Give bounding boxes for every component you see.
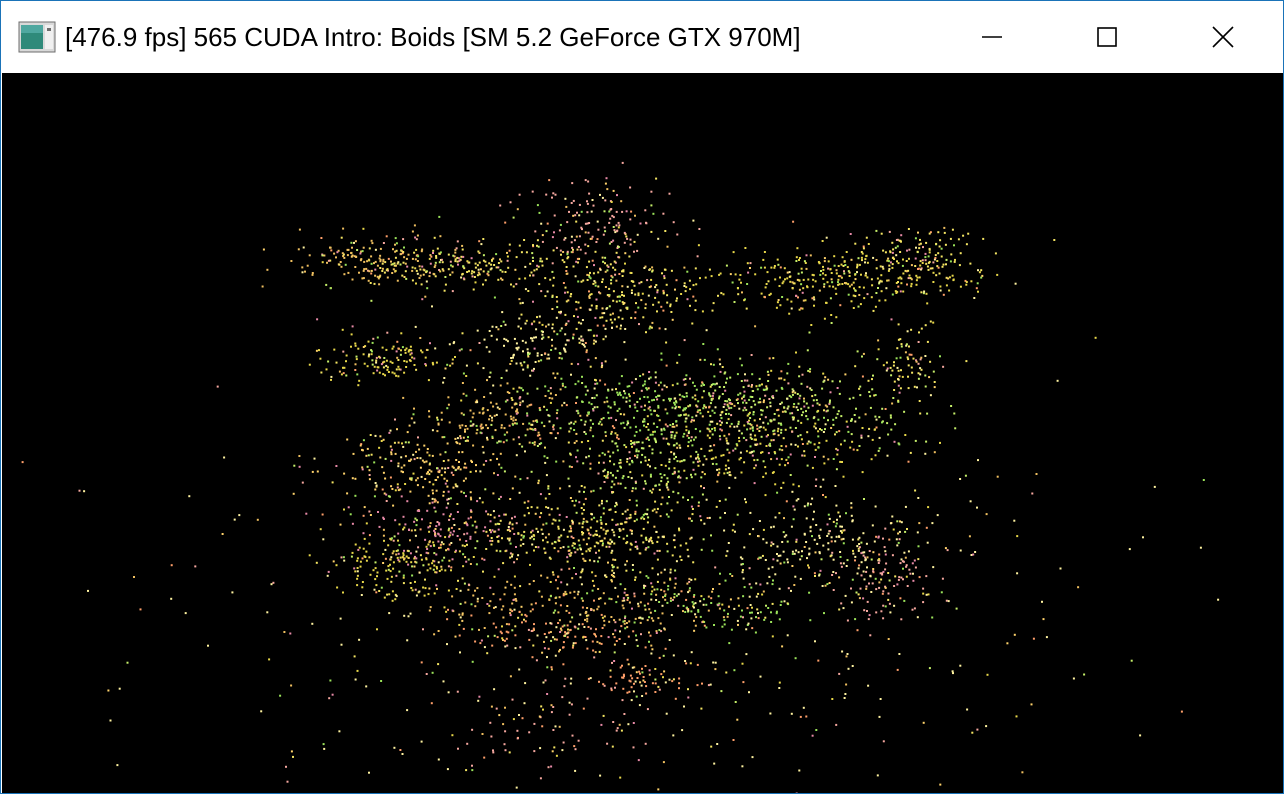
window-title: [476.9 fps] 565 CUDA Intro: Boids [SM 5.… [65,22,801,52]
boids-render-viewport[interactable] [2,73,1283,793]
title-bar[interactable]: [476.9 fps] 565 CUDA Intro: Boids [SM 5.… [1,1,1283,72]
app-window-icon[interactable] [18,21,56,53]
close-button[interactable] [1165,1,1281,72]
minimize-icon [982,35,1002,38]
app-window: [476.9 fps] 565 CUDA Intro: Boids [SM 5.… [0,0,1284,794]
maximize-button[interactable] [1049,1,1165,72]
maximize-icon [1097,26,1117,47]
boids-particle-field [21,161,1220,793]
close-icon [1212,25,1234,48]
minimize-button[interactable] [934,1,1050,72]
